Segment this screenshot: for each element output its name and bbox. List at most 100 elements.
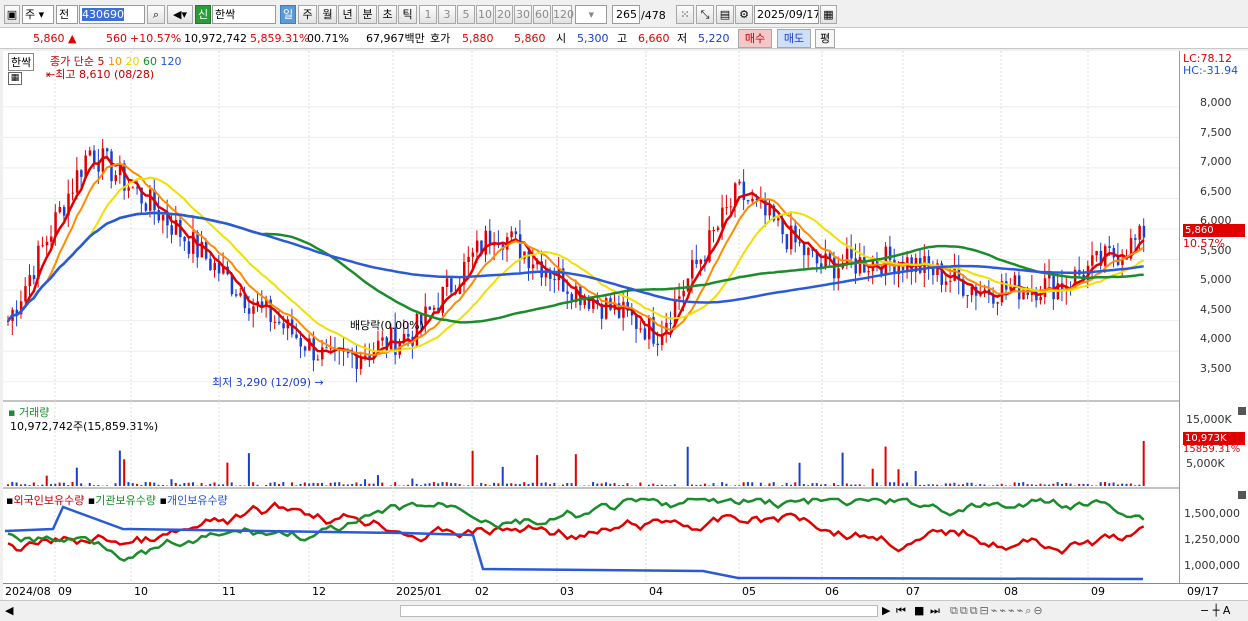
total-count: /478: [641, 9, 666, 22]
zoom-out-icon[interactable]: − ┼ A: [1200, 604, 1230, 617]
interval-60[interactable]: 60: [533, 5, 551, 24]
volume-bar: [432, 482, 435, 486]
volume-bar: [919, 484, 921, 486]
candle-body: [88, 150, 92, 156]
stop-icon[interactable]: ■: [914, 604, 924, 617]
window-icon[interactable]: ▣: [4, 5, 20, 24]
hc-label: HC:-31.94: [1183, 64, 1239, 77]
interval-5[interactable]: 5: [457, 5, 475, 24]
volume-bar: [647, 484, 650, 486]
volume-bar: [15, 482, 18, 486]
volume-bar: [742, 482, 745, 486]
volume-bar: [781, 485, 784, 486]
period-year[interactable]: 년: [338, 5, 357, 24]
volume-bar: [686, 446, 689, 486]
volume-bar: [514, 484, 517, 486]
volume-bar: [549, 484, 552, 486]
candle-body: [807, 248, 810, 256]
candle-body: [643, 328, 647, 340]
volume-bar: [570, 483, 573, 486]
count-input[interactable]: 265: [612, 5, 640, 24]
period-month[interactable]: 월: [318, 5, 337, 24]
period-tick[interactable]: 틱: [398, 5, 417, 24]
price-tick: 8,000: [1200, 96, 1232, 109]
calc-icon[interactable]: ▦: [8, 72, 22, 85]
interval-30[interactable]: 30: [514, 5, 532, 24]
mode-select[interactable]: 주 ▾: [22, 5, 54, 24]
volume-bar: [381, 482, 384, 486]
current-price: 5,860: [33, 32, 65, 45]
candle-body: [1095, 250, 1098, 256]
buy-button[interactable]: 매수: [738, 29, 772, 48]
volume-bar: [884, 446, 887, 486]
search-icon[interactable]: ⌕: [147, 5, 165, 24]
amount: 67,967백만: [366, 32, 425, 45]
volume-rate-tag: 15859.31%: [1183, 444, 1241, 455]
volume-bar: [372, 483, 375, 486]
volume-bar: [346, 484, 349, 486]
code-input[interactable]: 430690: [79, 5, 145, 24]
close-pane-icon[interactable]: [1238, 491, 1246, 499]
candle-body: [514, 231, 518, 235]
volume-bar: [80, 483, 83, 486]
period-day[interactable]: 일: [280, 5, 296, 24]
candle-body: [381, 337, 384, 341]
x-label: 06: [825, 585, 839, 598]
open-label: 시: [556, 32, 567, 45]
zoom-tools-icon[interactable]: ⧉⧉⧉⊟⌁⌁⌁⌁⌕⊖: [950, 604, 1045, 618]
period-week[interactable]: 주: [298, 5, 317, 24]
x-label: 08: [1004, 585, 1018, 598]
scroll-track[interactable]: [400, 605, 878, 617]
volume-bar: [574, 454, 577, 486]
custom-interval[interactable]: ▾: [575, 5, 607, 24]
interval-120[interactable]: 120: [552, 5, 574, 24]
ask-price: 5,880: [462, 32, 494, 45]
volume-bar: [622, 484, 625, 486]
volume-bar: [7, 484, 9, 486]
interval-1[interactable]: 1: [419, 5, 437, 24]
interval-20[interactable]: 20: [495, 5, 513, 24]
scroll-right-icon[interactable]: ▶: [882, 604, 890, 617]
forward-icon[interactable]: ⏭: [930, 604, 940, 618]
volume-bar: [592, 482, 595, 486]
volume-bar: [247, 453, 250, 486]
volume-bar: [376, 475, 379, 486]
save-icon[interactable]: ▤: [716, 5, 734, 24]
candle-body: [531, 264, 535, 269]
candle-body: [161, 214, 165, 221]
grid-icon[interactable]: ⁙: [676, 5, 694, 24]
rewind-icon[interactable]: ⏮: [896, 604, 906, 618]
volume-bar: [613, 483, 616, 486]
volume-bar: [428, 483, 431, 486]
volume-bar: [966, 482, 969, 486]
x-label: 02: [475, 585, 489, 598]
volume-bar: [209, 483, 212, 486]
volume-bar: [669, 485, 672, 486]
stock-name-field[interactable]: 한싹: [212, 5, 276, 24]
volume-bar: [1134, 485, 1137, 486]
x-label-last: 09/17: [1187, 585, 1219, 598]
period-second[interactable]: 초: [378, 5, 397, 24]
volume-bar: [1000, 483, 1003, 486]
bottom-scrollbar[interactable]: ◀ ▶ ⏮ ■ ⏭ ⧉⧉⧉⊟⌁⌁⌁⌁⌕⊖ − ┼ A: [0, 600, 1248, 621]
avg-button[interactable]: 평: [815, 29, 835, 48]
close-pane-icon[interactable]: [1238, 407, 1246, 415]
date-input[interactable]: 2025/09/17: [754, 5, 819, 24]
interval-10[interactable]: 10: [476, 5, 494, 24]
calendar-icon[interactable]: ▦: [820, 5, 837, 24]
scroll-left-icon[interactable]: ◀: [5, 604, 13, 617]
candle-body: [321, 347, 324, 360]
candle-body: [1013, 275, 1017, 287]
crosshair-icon[interactable]: ⤡: [696, 5, 714, 24]
speaker-icon[interactable]: ◀▾: [167, 5, 193, 24]
turnover: 00.71%: [307, 32, 349, 45]
market-select[interactable]: 전: [56, 5, 78, 24]
interval-3[interactable]: 3: [438, 5, 456, 24]
gear-icon[interactable]: ⚙: [735, 5, 753, 24]
dividend-note: 배당락(0.00%): [350, 319, 424, 332]
ma-5-line: [7, 155, 1145, 361]
period-minute[interactable]: 분: [358, 5, 377, 24]
candle-body: [24, 286, 27, 302]
volume-bar: [1052, 483, 1055, 486]
sell-button[interactable]: 매도: [777, 29, 811, 48]
